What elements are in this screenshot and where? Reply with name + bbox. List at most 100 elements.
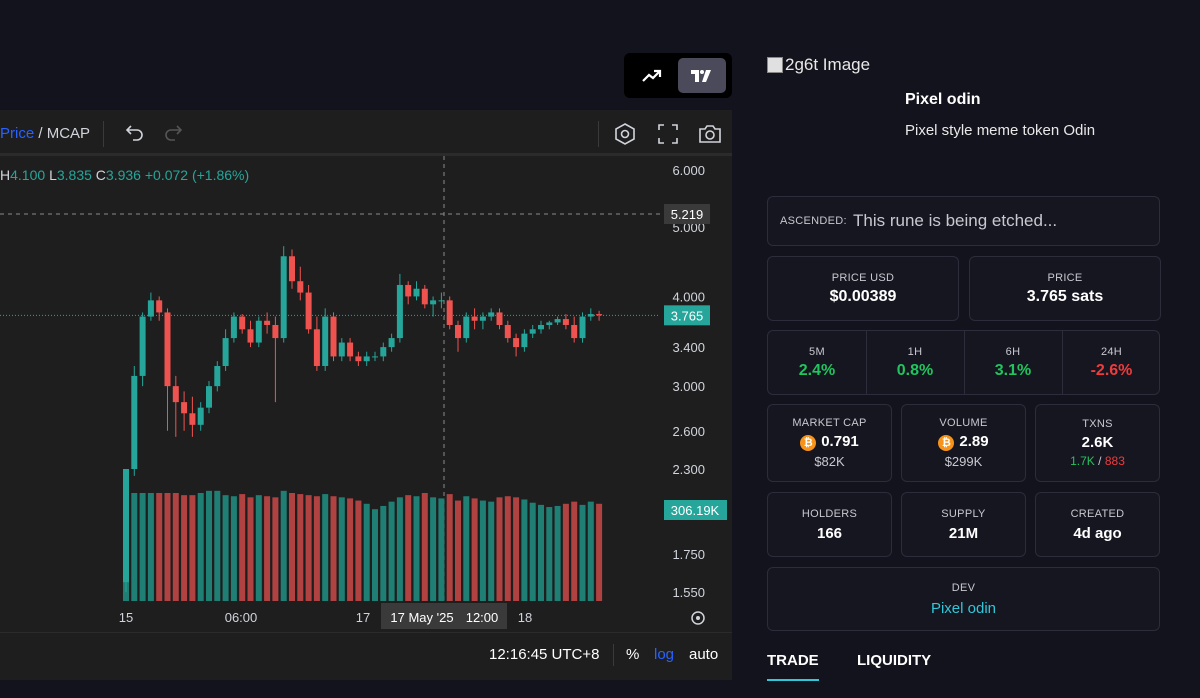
price-chart[interactable]: Price / MCAP H4.100 L3.835 C3.936 +0.072… [0,110,732,680]
volume-bar [147,493,154,601]
market-cap-usd: $82K [814,453,845,469]
candle-body [189,413,196,425]
log-toggle[interactable]: log [654,646,674,663]
candle-body [521,333,528,348]
candle-body [313,329,320,367]
change-24h-value: -2.6% [1090,361,1133,379]
crosshair-time-badge [381,603,507,629]
candle-body [380,347,387,357]
change-5m-label: 5M [809,345,825,358]
candle-body [388,338,395,348]
candlestick-plot[interactable]: 6.000 5.000 4.000 3.400 3.000 2.600 2.300 1.750… [0,110,732,680]
chart-toolbar: Price / MCAP [0,110,732,156]
toolbar-divider [103,121,104,147]
volume-bar [230,496,237,601]
candle-body [405,284,412,297]
undo-icon[interactable] [120,121,146,147]
high-key: H [0,167,11,183]
volume-bar [172,493,179,601]
created-label: CREATED [1070,507,1125,520]
settings-icon[interactable] [612,121,638,147]
price-sats-card: PRICE 3.765 sats [969,256,1161,321]
redo-icon[interactable] [162,121,188,147]
candle-body [496,312,503,325]
change-24h: 24H -2.6% [1062,331,1161,394]
percent-toggle[interactable]: % [626,646,639,663]
volume-bar [289,493,295,601]
price-tick-label: 1.550 [672,585,705,600]
holders-value: 166 [816,524,843,542]
price-toggle[interactable]: Price [0,125,34,142]
tab-trade[interactable]: TRADE [767,652,819,681]
txns-card: TXNS 2.6K 1.7K / 883 [1035,404,1160,482]
market-cap-value: 0.791 [821,433,859,451]
tradingview-chart-button[interactable] [678,58,726,93]
candle-body [289,256,295,282]
time-axis-divider [0,632,732,633]
high-value: 4.100 [10,167,46,183]
holders-label: HOLDERS [801,507,858,520]
candle-body [571,324,578,339]
created-card: CREATED 4d ago [1035,492,1160,557]
candle-body [222,338,229,367]
price-tick-label: 1.750 [672,547,705,562]
txns-buys: 1.7K [1070,454,1095,468]
volume-bar [455,500,461,601]
last-volume-badge [664,500,727,520]
tab-liquidity[interactable]: LIQUIDITY [857,652,931,669]
token-image: 2g6t Image [767,55,870,75]
volume-bar [396,497,403,601]
candle-body [330,316,337,357]
candle-body [156,300,163,313]
volume-bar [479,500,486,601]
candle-body [272,324,279,339]
toggle-separator: / [34,125,47,142]
volume-bar [587,501,594,601]
ohlc-legend: H4.100 L3.835 C3.936 +0.072 (+1.86%) [0,167,249,183]
candle-body [255,320,262,343]
auto-toggle[interactable]: auto [689,646,718,663]
trend-up-icon [642,69,662,82]
volume-bar [222,495,229,601]
candle-body [554,319,561,323]
chart-panel: Price / MCAP H4.100 L3.835 C3.936 +0.072… [0,0,745,698]
price-mcap-switch[interactable]: Price / MCAP [0,125,90,142]
holders-card: HOLDERS 166 [767,492,892,557]
volume-bar [355,500,362,601]
close-value: 3.936 [105,167,141,183]
candle-body [479,316,486,321]
line-chart-button[interactable] [628,58,676,93]
txns-value: 2.6K [1081,434,1114,451]
volume-bar [255,495,262,601]
candle-body [131,375,138,469]
price-usd-card: PRICE USD $0.00389 [767,256,959,321]
volume-bar [546,507,553,601]
volume-bar [272,497,279,601]
price-sats-value: 3.765 sats [1026,287,1104,305]
supply-label: SUPPLY [941,507,986,520]
volume-bar [554,505,561,601]
candle-body [164,312,171,387]
dev-card: DEV Pixel odin [767,567,1160,631]
candle-body [396,284,403,339]
dev-link[interactable]: Pixel odin [931,600,996,617]
candle-body [471,316,478,321]
candle-body [504,324,511,339]
candle-body [463,316,470,339]
clock[interactable]: 12:16:45 UTC+8 [489,646,600,663]
candle-body [280,256,287,339]
volume-bar [297,494,304,601]
chart-type-toggle [624,53,732,98]
time-tick-label: 17 [356,610,370,625]
change-24h-label: 24H [1100,345,1123,358]
time-tick-label: 15 [119,610,133,625]
camera-icon[interactable] [697,121,723,147]
change-5m-value: 2.4% [798,361,836,379]
candle-body [338,342,345,357]
change-1h: 1H 0.8% [866,331,964,394]
mcap-toggle[interactable]: MCAP [47,125,90,142]
volume-row: ₿ 2.89 [938,433,989,451]
fullscreen-icon[interactable] [655,121,681,147]
volume-bar [313,496,320,601]
change-1h-label: 1H [907,345,923,358]
